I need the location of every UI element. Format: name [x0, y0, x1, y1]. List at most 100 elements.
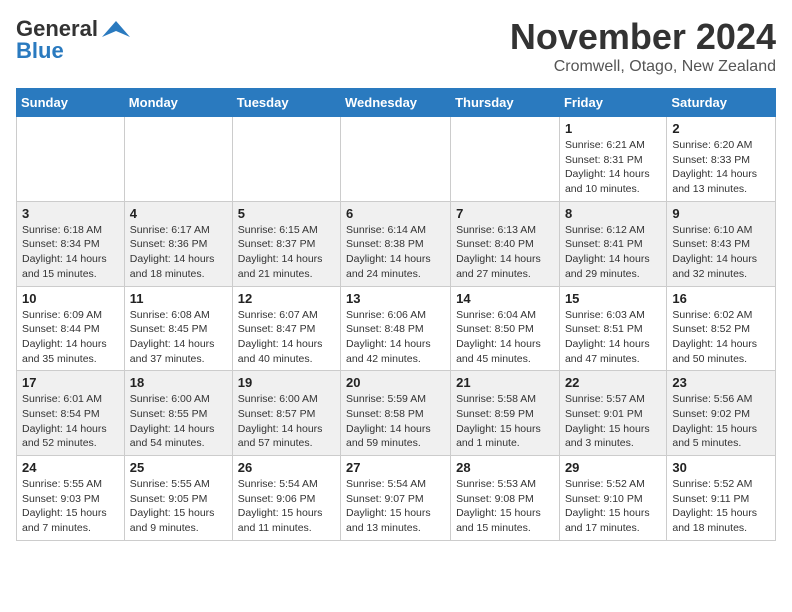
day-info: Sunrise: 5:58 AM Sunset: 8:59 PM Dayligh…	[456, 392, 554, 451]
day-info: Sunrise: 6:10 AM Sunset: 8:43 PM Dayligh…	[672, 223, 770, 282]
calendar-cell	[124, 117, 232, 202]
month-title: November 2024	[510, 16, 776, 58]
day-info: Sunrise: 6:18 AM Sunset: 8:34 PM Dayligh…	[22, 223, 119, 282]
day-number: 30	[672, 460, 770, 475]
calendar-header-sunday: Sunday	[17, 89, 125, 117]
calendar-cell: 22 Sunrise: 5:57 AM Sunset: 9:01 PM Dayli…	[559, 371, 666, 456]
day-number: 11	[130, 291, 227, 306]
day-info: Sunrise: 6:08 AM Sunset: 8:45 PM Dayligh…	[130, 308, 227, 367]
day-number: 1	[565, 121, 661, 136]
calendar-header-thursday: Thursday	[451, 89, 560, 117]
day-number: 9	[672, 206, 770, 221]
day-info: Sunrise: 6:12 AM Sunset: 8:41 PM Dayligh…	[565, 223, 661, 282]
day-number: 12	[238, 291, 335, 306]
calendar-cell: 14 Sunrise: 6:04 AM Sunset: 8:50 PM Dayli…	[451, 286, 560, 371]
calendar-cell: 19 Sunrise: 6:00 AM Sunset: 8:57 PM Dayli…	[232, 371, 340, 456]
calendar-cell: 3Sunrise: 6:18 AM Sunset: 8:34 PM Daylig…	[17, 201, 125, 286]
day-info: Sunrise: 6:20 AM Sunset: 8:33 PM Dayligh…	[672, 138, 770, 197]
day-number: 19	[238, 375, 335, 390]
calendar-cell: 25 Sunrise: 5:55 AM Sunset: 9:05 PM Dayli…	[124, 456, 232, 541]
calendar-table: SundayMondayTuesdayWednesdayThursdayFrid…	[16, 88, 776, 541]
calendar-cell: 5 Sunrise: 6:15 AM Sunset: 8:37 PM Daylig…	[232, 201, 340, 286]
day-info: Sunrise: 5:57 AM Sunset: 9:01 PM Dayligh…	[565, 392, 661, 451]
day-info: Sunrise: 5:53 AM Sunset: 9:08 PM Dayligh…	[456, 477, 554, 536]
day-info: Sunrise: 5:54 AM Sunset: 9:06 PM Dayligh…	[238, 477, 335, 536]
calendar-cell: 11 Sunrise: 6:08 AM Sunset: 8:45 PM Dayli…	[124, 286, 232, 371]
day-number: 7	[456, 206, 554, 221]
day-info: Sunrise: 5:56 AM Sunset: 9:02 PM Dayligh…	[672, 392, 770, 451]
calendar-cell: 10 Sunrise: 6:09 AM Sunset: 8:44 PM Dayli…	[17, 286, 125, 371]
day-info: Sunrise: 6:17 AM Sunset: 8:36 PM Dayligh…	[130, 223, 227, 282]
day-info: Sunrise: 5:52 AM Sunset: 9:10 PM Dayligh…	[565, 477, 661, 536]
day-info: Sunrise: 6:21 AM Sunset: 8:31 PM Dayligh…	[565, 138, 661, 197]
day-info: Sunrise: 6:01 AM Sunset: 8:54 PM Dayligh…	[22, 392, 119, 451]
day-number: 22	[565, 375, 661, 390]
calendar-cell	[232, 117, 340, 202]
calendar-cell: 6 Sunrise: 6:14 AM Sunset: 8:38 PM Daylig…	[341, 201, 451, 286]
day-number: 23	[672, 375, 770, 390]
day-number: 26	[238, 460, 335, 475]
calendar-cell: 7 Sunrise: 6:13 AM Sunset: 8:40 PM Daylig…	[451, 201, 560, 286]
logo-text-blue: Blue	[16, 38, 64, 64]
day-info: Sunrise: 6:13 AM Sunset: 8:40 PM Dayligh…	[456, 223, 554, 282]
day-info: Sunrise: 6:02 AM Sunset: 8:52 PM Dayligh…	[672, 308, 770, 367]
day-number: 21	[456, 375, 554, 390]
calendar-cell: 8 Sunrise: 6:12 AM Sunset: 8:41 PM Daylig…	[559, 201, 666, 286]
logo-bird-icon	[102, 19, 130, 39]
calendar-week-row: 1 Sunrise: 6:21 AM Sunset: 8:31 PM Daylig…	[17, 117, 776, 202]
day-info: Sunrise: 5:54 AM Sunset: 9:07 PM Dayligh…	[346, 477, 445, 536]
day-info: Sunrise: 5:55 AM Sunset: 9:05 PM Dayligh…	[130, 477, 227, 536]
day-number: 10	[22, 291, 119, 306]
calendar-cell: 17Sunrise: 6:01 AM Sunset: 8:54 PM Dayli…	[17, 371, 125, 456]
day-info: Sunrise: 5:59 AM Sunset: 8:58 PM Dayligh…	[346, 392, 445, 451]
calendar-cell: 24Sunrise: 5:55 AM Sunset: 9:03 PM Dayli…	[17, 456, 125, 541]
location-subtitle: Cromwell, Otago, New Zealand	[510, 58, 776, 76]
calendar-header-tuesday: Tuesday	[232, 89, 340, 117]
day-number: 2	[672, 121, 770, 136]
calendar-cell: 18Sunrise: 6:00 AM Sunset: 8:55 PM Dayli…	[124, 371, 232, 456]
day-info: Sunrise: 5:52 AM Sunset: 9:11 PM Dayligh…	[672, 477, 770, 536]
day-number: 5	[238, 206, 335, 221]
calendar-cell: 29 Sunrise: 5:52 AM Sunset: 9:10 PM Dayli…	[559, 456, 666, 541]
day-info: Sunrise: 6:03 AM Sunset: 8:51 PM Dayligh…	[565, 308, 661, 367]
calendar-cell: 27 Sunrise: 5:54 AM Sunset: 9:07 PM Dayli…	[341, 456, 451, 541]
day-number: 25	[130, 460, 227, 475]
calendar-cell	[341, 117, 451, 202]
calendar-cell: 30 Sunrise: 5:52 AM Sunset: 9:11 PM Dayli…	[667, 456, 776, 541]
calendar-header-monday: Monday	[124, 89, 232, 117]
calendar-cell: 15Sunrise: 6:03 AM Sunset: 8:51 PM Dayli…	[559, 286, 666, 371]
calendar-cell: 1 Sunrise: 6:21 AM Sunset: 8:31 PM Daylig…	[559, 117, 666, 202]
day-number: 27	[346, 460, 445, 475]
day-number: 28	[456, 460, 554, 475]
calendar-cell: 23 Sunrise: 5:56 AM Sunset: 9:02 PM Dayli…	[667, 371, 776, 456]
day-number: 4	[130, 206, 227, 221]
calendar-cell: 21 Sunrise: 5:58 AM Sunset: 8:59 PM Dayli…	[451, 371, 560, 456]
day-number: 14	[456, 291, 554, 306]
day-info: Sunrise: 6:15 AM Sunset: 8:37 PM Dayligh…	[238, 223, 335, 282]
calendar-cell: 9 Sunrise: 6:10 AM Sunset: 8:43 PM Daylig…	[667, 201, 776, 286]
calendar-header-saturday: Saturday	[667, 89, 776, 117]
title-area: November 2024 Cromwell, Otago, New Zeala…	[510, 16, 776, 76]
calendar-cell: 16 Sunrise: 6:02 AM Sunset: 8:52 PM Dayli…	[667, 286, 776, 371]
calendar-cell: 20Sunrise: 5:59 AM Sunset: 8:58 PM Dayli…	[341, 371, 451, 456]
calendar-cell	[451, 117, 560, 202]
day-number: 29	[565, 460, 661, 475]
calendar-cell: 13Sunrise: 6:06 AM Sunset: 8:48 PM Dayli…	[341, 286, 451, 371]
calendar-week-row: 3Sunrise: 6:18 AM Sunset: 8:34 PM Daylig…	[17, 201, 776, 286]
day-info: Sunrise: 6:09 AM Sunset: 8:44 PM Dayligh…	[22, 308, 119, 367]
day-info: Sunrise: 6:07 AM Sunset: 8:47 PM Dayligh…	[238, 308, 335, 367]
day-number: 16	[672, 291, 770, 306]
day-number: 8	[565, 206, 661, 221]
day-info: Sunrise: 6:00 AM Sunset: 8:57 PM Dayligh…	[238, 392, 335, 451]
day-info: Sunrise: 6:14 AM Sunset: 8:38 PM Dayligh…	[346, 223, 445, 282]
day-info: Sunrise: 6:04 AM Sunset: 8:50 PM Dayligh…	[456, 308, 554, 367]
calendar-header-friday: Friday	[559, 89, 666, 117]
calendar-cell: 2 Sunrise: 6:20 AM Sunset: 8:33 PM Daylig…	[667, 117, 776, 202]
calendar-week-row: 24Sunrise: 5:55 AM Sunset: 9:03 PM Dayli…	[17, 456, 776, 541]
calendar-header-row: SundayMondayTuesdayWednesdayThursdayFrid…	[17, 89, 776, 117]
calendar-cell	[17, 117, 125, 202]
calendar-week-row: 17Sunrise: 6:01 AM Sunset: 8:54 PM Dayli…	[17, 371, 776, 456]
day-number: 6	[346, 206, 445, 221]
calendar-week-row: 10 Sunrise: 6:09 AM Sunset: 8:44 PM Dayli…	[17, 286, 776, 371]
calendar-cell: 28 Sunrise: 5:53 AM Sunset: 9:08 PM Dayli…	[451, 456, 560, 541]
